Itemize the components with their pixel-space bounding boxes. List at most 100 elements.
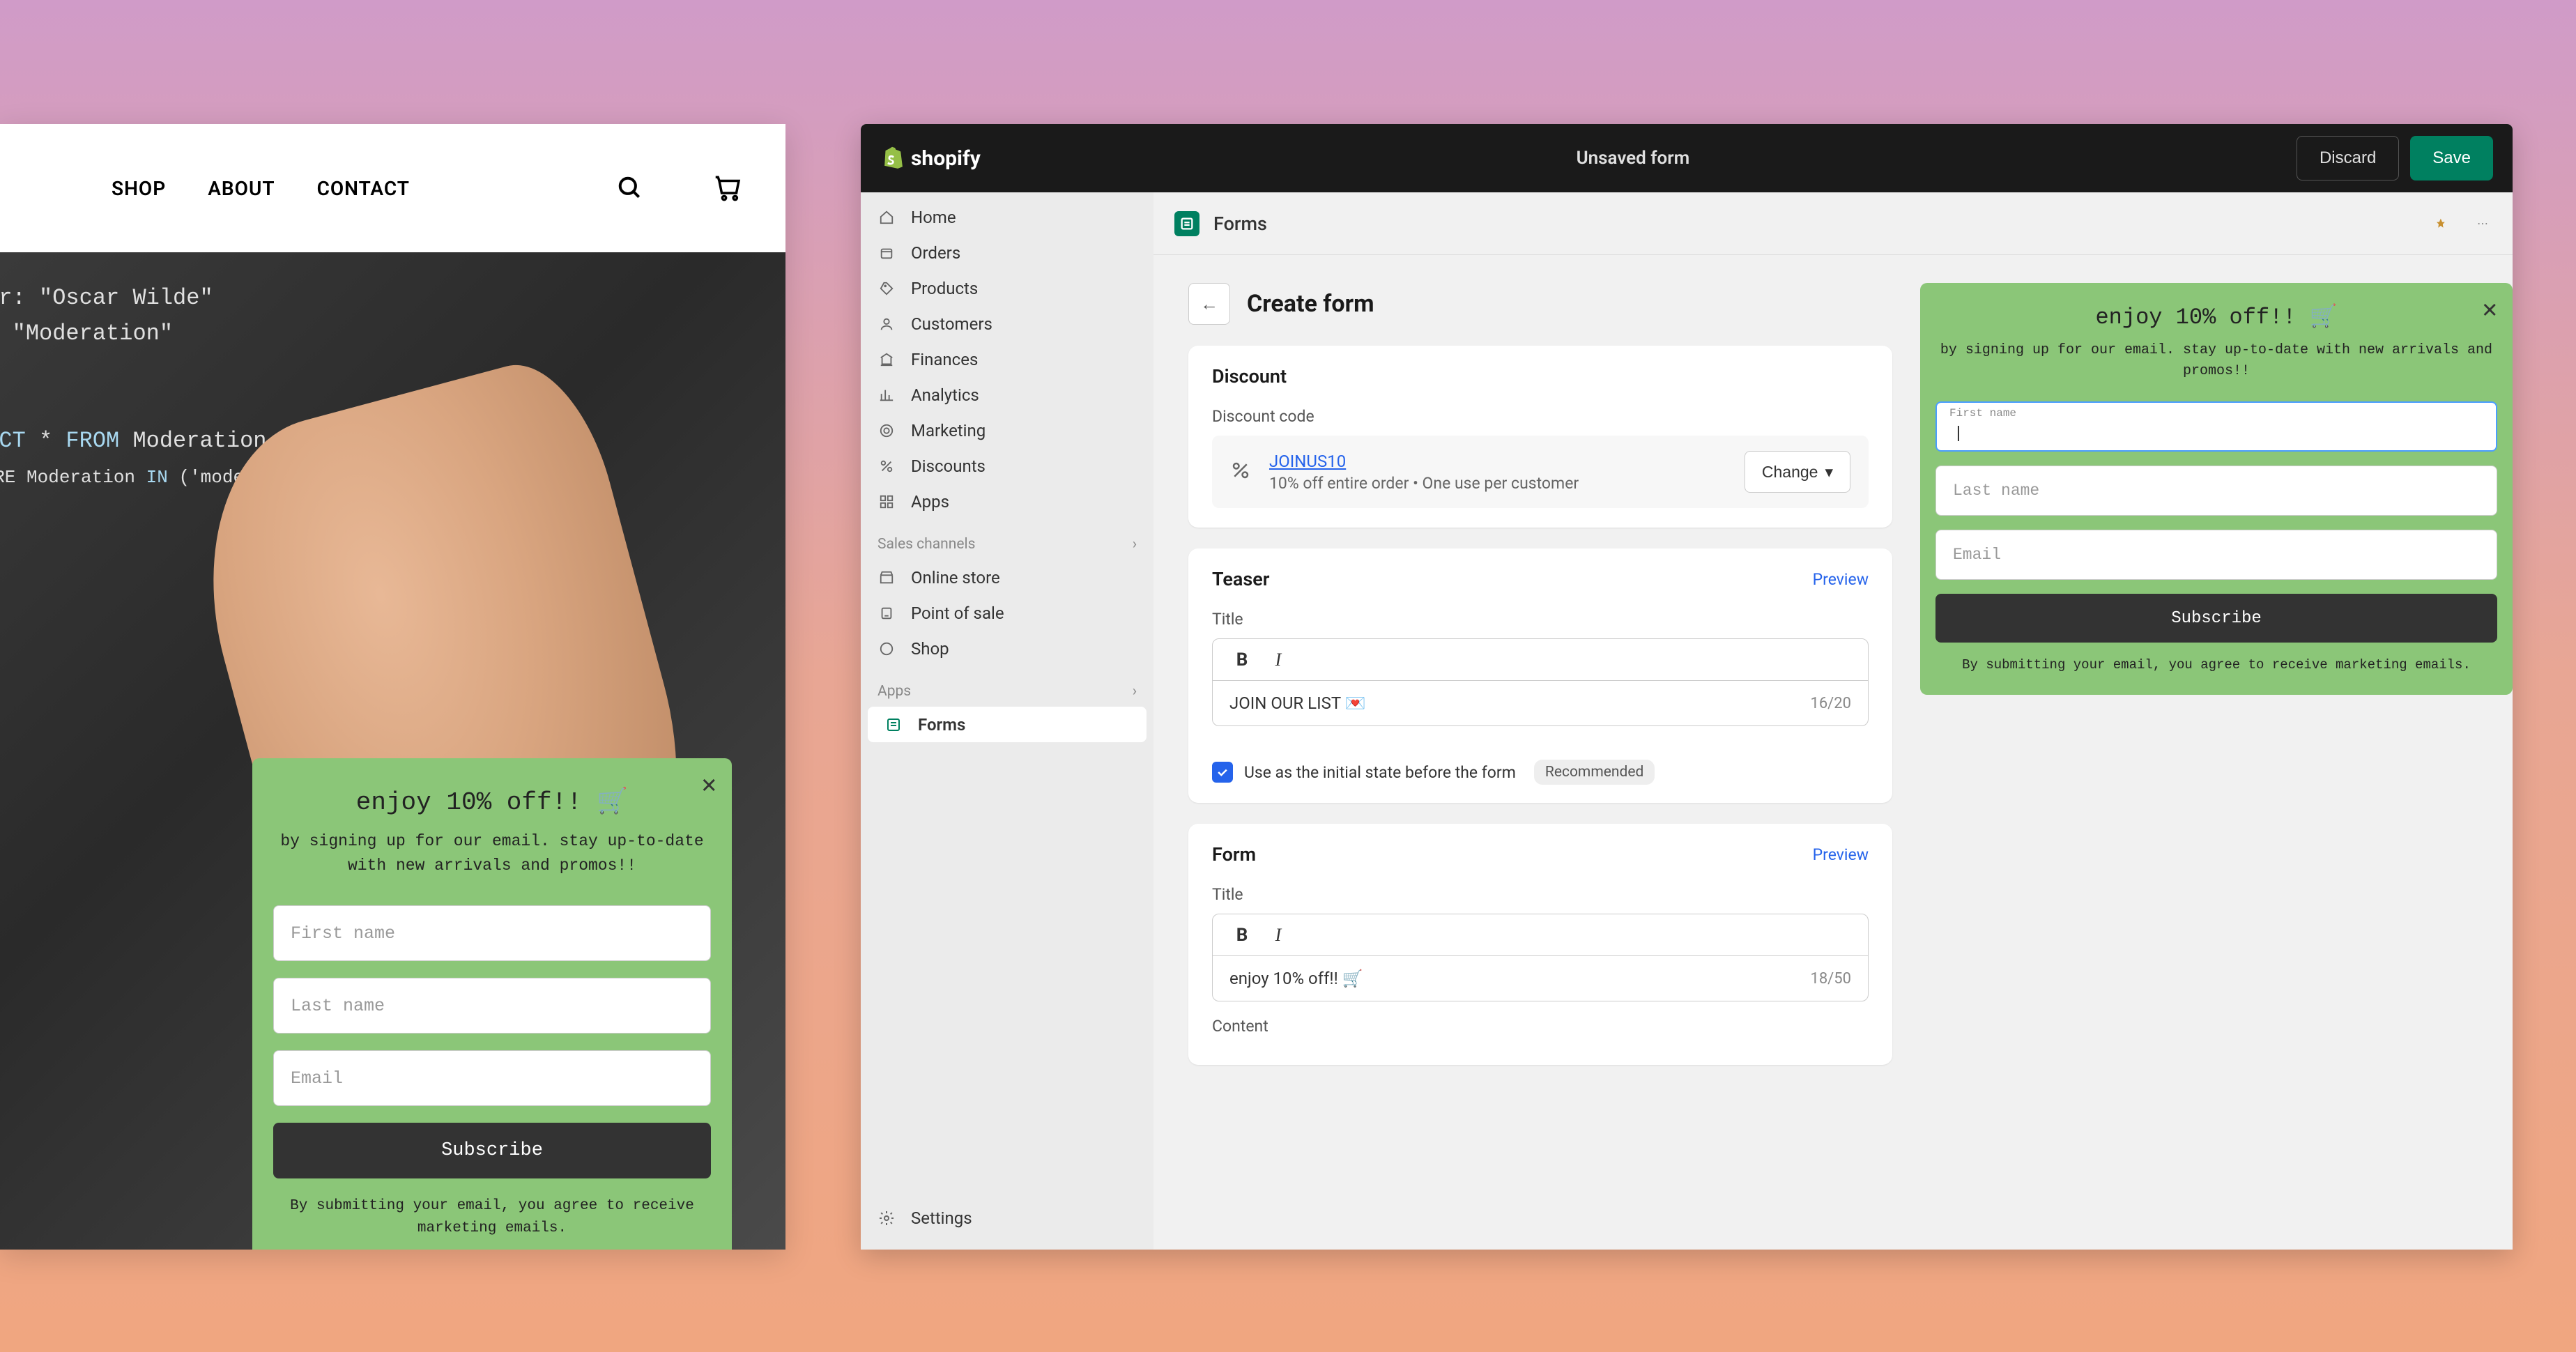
grid-icon: [877, 493, 896, 511]
field-label: Title: [1212, 610, 1869, 629]
pos-icon: [877, 604, 896, 622]
percent-icon: [877, 457, 896, 475]
sidebar-item-shop[interactable]: Shop: [861, 631, 1153, 666]
sidebar-item-orders[interactable]: Orders: [861, 235, 1153, 270]
sidebar-item-settings[interactable]: Settings: [861, 1200, 1153, 1236]
change-button[interactable]: Change▾: [1745, 451, 1850, 493]
field-label: Discount code: [1212, 407, 1869, 426]
nav-about[interactable]: ABOUT: [208, 177, 275, 200]
close-icon[interactable]: ✕: [2482, 298, 2497, 323]
pin-icon[interactable]: [2432, 215, 2450, 233]
checkbox-label: Use as the initial state before the form: [1244, 763, 1516, 782]
chart-icon: [877, 386, 896, 404]
subscribe-button[interactable]: Subscribe: [273, 1123, 711, 1178]
target-icon: [877, 422, 896, 440]
sidebar-item-forms[interactable]: Forms: [868, 707, 1147, 742]
topbar: shopify Unsaved form Discard Save: [861, 124, 2513, 192]
sidebar-section-apps[interactable]: Apps›: [861, 666, 1153, 707]
field-label: Title: [1212, 885, 1869, 904]
sidebar-item-discounts[interactable]: Discounts: [861, 448, 1153, 484]
sidebar-item-online-store[interactable]: Online store: [861, 560, 1153, 595]
preview-title: enjoy 10% off!! 🛒: [1935, 302, 2497, 330]
store-icon: [877, 569, 896, 587]
char-count: 16/20: [1810, 695, 1851, 712]
search-icon[interactable]: [615, 174, 645, 203]
forms-icon: [884, 716, 903, 734]
topbar-title: Unsaved form: [981, 148, 2285, 169]
card-title: Form: [1212, 843, 1256, 866]
form-title-input[interactable]: enjoy 10% off!! 🛒: [1229, 969, 1810, 988]
caret-down-icon: ▾: [1825, 463, 1833, 482]
sidebar-item-pos[interactable]: Point of sale: [861, 595, 1153, 631]
preview-email-input[interactable]: [1935, 530, 2497, 580]
discount-card: Discount Discount code JOINUS10 10% off …: [1188, 346, 1892, 528]
preview-last-name-input[interactable]: [1935, 466, 2497, 516]
sidebar-item-products[interactable]: Products: [861, 270, 1153, 306]
last-name-input[interactable]: [273, 978, 711, 1034]
teaser-card: Teaser Preview Title B I: [1188, 548, 1892, 803]
sidebar-item-customers[interactable]: Customers: [861, 306, 1153, 341]
nav-contact[interactable]: CONTACT: [317, 177, 410, 200]
chevron-right-icon: ›: [1133, 536, 1137, 553]
card-title: Discount: [1212, 365, 1287, 387]
email-input[interactable]: [273, 1050, 711, 1106]
back-button[interactable]: ←: [1188, 283, 1230, 325]
teaser-title-editor: B I JOIN OUR LIST 💌 16/20: [1212, 638, 1869, 726]
discount-desc: 10% off entire order • One use per custo…: [1269, 474, 1729, 493]
more-icon[interactable]: ⋯: [2474, 215, 2492, 233]
bold-button[interactable]: B: [1227, 920, 1257, 951]
cart-icon[interactable]: [714, 174, 744, 203]
sidebar-item-home[interactable]: Home: [861, 199, 1153, 235]
preview-subtitle: by signing up for our email. stay up-to-…: [1935, 340, 2497, 382]
italic-button[interactable]: I: [1263, 645, 1294, 675]
preview-disclaimer: By submitting your email, you agree to r…: [1935, 655, 2497, 675]
discount-code-link[interactable]: JOINUS10: [1269, 452, 1346, 471]
first-name-label: First name: [1949, 407, 2016, 420]
italic-button[interactable]: I: [1263, 920, 1294, 951]
context-bar: Forms ⋯: [1153, 192, 2513, 255]
discount-row: JOINUS10 10% off entire order • One use …: [1212, 436, 1869, 508]
first-name-input[interactable]: [273, 905, 711, 961]
sidebar-item-analytics[interactable]: Analytics: [861, 377, 1153, 413]
shop-icon: [877, 640, 896, 658]
card-title: Teaser: [1212, 568, 1270, 590]
brand-logo[interactable]: shopify: [880, 145, 981, 171]
storefront-nav: SHOP ABOUT CONTACT: [0, 124, 785, 252]
sidebar-section-sales-channels[interactable]: Sales channels›: [861, 519, 1153, 560]
preview-first-name-input[interactable]: [1935, 401, 2497, 452]
preview-link[interactable]: Preview: [1813, 570, 1869, 589]
popup-title: enjoy 10% off!! 🛒: [273, 786, 711, 817]
popup-disclaimer: By submitting your email, you agree to r…: [273, 1195, 711, 1239]
nav-shop[interactable]: SHOP: [112, 177, 166, 200]
gear-icon: [877, 1209, 896, 1227]
sidebar-item-finances[interactable]: Finances: [861, 341, 1153, 377]
form-card: Form Preview Title B I: [1188, 824, 1892, 1065]
home-icon: [877, 208, 896, 226]
teaser-title-input[interactable]: JOIN OUR LIST 💌: [1229, 693, 1810, 713]
preview-subscribe-button[interactable]: Subscribe: [1935, 594, 2497, 643]
close-icon[interactable]: ✕: [701, 774, 716, 799]
form-title-editor: B I enjoy 10% off!! 🛒 18/50: [1212, 914, 1869, 1001]
orders-icon: [877, 244, 896, 262]
sidebar-item-marketing[interactable]: Marketing: [861, 413, 1153, 448]
preview-link[interactable]: Preview: [1813, 845, 1869, 864]
context-title: Forms: [1213, 213, 1267, 235]
save-button[interactable]: Save: [2410, 136, 2493, 180]
char-count: 18/50: [1810, 970, 1851, 988]
page-title: Create form: [1247, 290, 1374, 318]
popup-subtitle: by signing up for our email. stay up-to-…: [273, 829, 711, 877]
app-icon: [1174, 211, 1199, 236]
hero-image-text: hor: "Oscar Wilde":: "Moderation"LECT * …: [0, 280, 266, 494]
discard-button[interactable]: Discard: [2297, 136, 2399, 180]
admin-window: shopify Unsaved form Discard Save Home O…: [861, 124, 2513, 1250]
sidebar-item-apps[interactable]: Apps: [861, 484, 1153, 519]
bank-icon: [877, 351, 896, 369]
form-preview: ✕ enjoy 10% off!! 🛒 by signing up for ou…: [1920, 283, 2513, 695]
initial-state-checkbox[interactable]: [1212, 762, 1233, 783]
tag-icon: [877, 279, 896, 298]
sidebar: Home Orders Products Customers Finances …: [861, 192, 1153, 1250]
signup-popup: ✕ enjoy 10% off!! 🛒 by signing up for ou…: [252, 758, 732, 1250]
bold-button[interactable]: B: [1227, 645, 1257, 675]
chevron-right-icon: ›: [1133, 683, 1137, 700]
recommended-badge: Recommended: [1534, 760, 1655, 785]
